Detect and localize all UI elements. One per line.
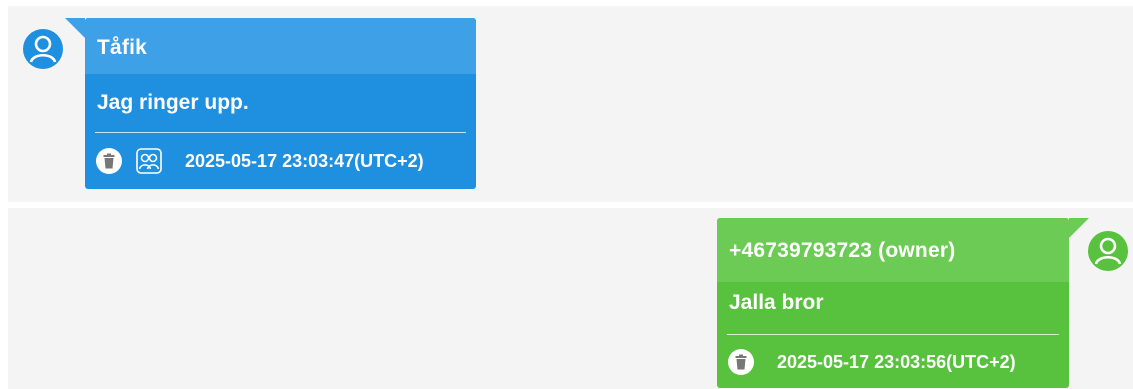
- trash-icon[interactable]: [727, 348, 755, 376]
- message-text: Jalla bror: [729, 291, 824, 314]
- message-sender: +46739793723 (owner): [717, 218, 1069, 282]
- bubble-tail: [65, 18, 85, 38]
- user-avatar-icon: [1088, 231, 1128, 271]
- message-text: Jag ringer upp.: [97, 91, 249, 114]
- message-bubble[interactable]: +46739793723 (owner) Jalla bror 2025-05-…: [717, 218, 1089, 389]
- trash-icon[interactable]: [95, 147, 123, 175]
- user-avatar-icon: [23, 29, 63, 69]
- message-timestamp: 2025-05-17 23:03:56(UTC+2): [777, 351, 1016, 372]
- participants-icon[interactable]: [135, 147, 163, 175]
- message-footer: 2025-05-17 23:03:47(UTC+2): [85, 133, 476, 189]
- message-footer: 2025-05-17 23:03:56(UTC+2): [717, 335, 1069, 389]
- message-sender: Tåfik: [85, 18, 476, 74]
- message-timestamp: 2025-05-17 23:03:47(UTC+2): [185, 150, 424, 171]
- message-bubble[interactable]: Tåfik Jag ringer upp. 2025-05-17 23:03:4…: [65, 18, 476, 189]
- bubble-tail: [1069, 218, 1089, 238]
